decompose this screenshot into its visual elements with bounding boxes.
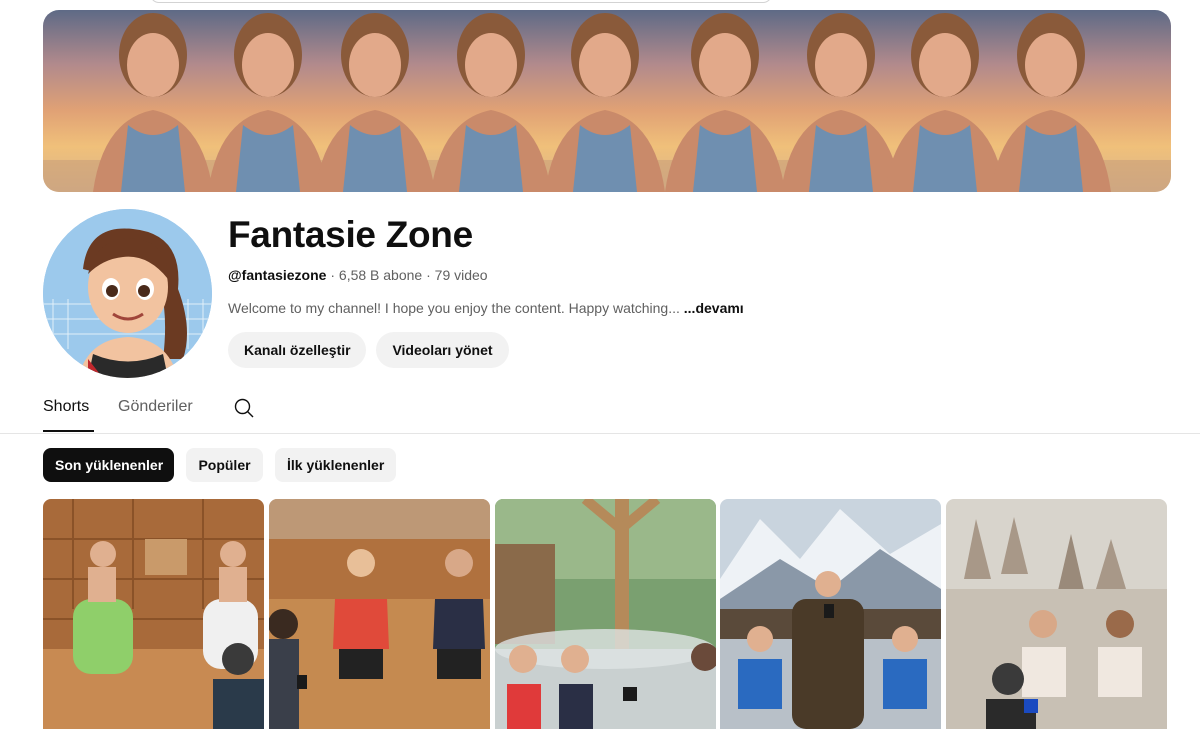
channel-banner — [43, 10, 1171, 192]
active-tab-indicator — [43, 430, 94, 432]
short-thumbnail[interactable] — [495, 499, 716, 729]
video-count: 79 video — [434, 267, 488, 283]
search-icon[interactable] — [232, 396, 256, 420]
thumbnail-image-sauna — [43, 499, 264, 729]
thumbnail-image-snow-mountain — [720, 499, 941, 729]
channel-meta: @fantasiezone · 6,58 B abone · 79 video — [228, 265, 488, 285]
thumbnail-image-sauna-interview — [269, 499, 490, 729]
thumbnail-image-hot-spring — [495, 499, 716, 729]
short-thumbnail[interactable] — [720, 499, 941, 729]
manage-videos-button[interactable]: Videoları yönet — [376, 332, 509, 368]
channel-name: Fantasie Zone — [228, 214, 473, 255]
short-thumbnail[interactable] — [946, 499, 1167, 729]
short-thumbnail[interactable] — [269, 499, 490, 729]
separator: · — [426, 267, 431, 283]
tab-posts[interactable]: Gönderiler — [118, 396, 193, 418]
banner-image — [43, 13, 1171, 192]
filter-latest[interactable]: Son yüklenenler — [43, 448, 174, 482]
thumbnail-image-rock-formations — [946, 499, 1167, 729]
subscriber-count: 6,58 B abone — [338, 267, 423, 283]
channel-handle: @fantasiezone — [228, 267, 327, 283]
channel-tabs: Shorts Gönderiler — [0, 388, 1200, 434]
customize-channel-button[interactable]: Kanalı özelleştir — [228, 332, 366, 368]
avatar-image — [43, 209, 212, 378]
search-bar-edge — [150, 0, 772, 3]
channel-avatar[interactable] — [43, 209, 212, 378]
filter-popular[interactable]: Popüler — [186, 448, 263, 482]
channel-description: Welcome to my channel! I hope you enjoy … — [228, 298, 744, 318]
description-text: Welcome to my channel! I hope you enjoy … — [228, 300, 680, 316]
short-thumbnail[interactable] — [43, 499, 264, 729]
tab-shorts[interactable]: Shorts — [43, 396, 89, 418]
filter-oldest[interactable]: İlk yüklenenler — [275, 448, 396, 482]
more-link[interactable]: ...devamı — [684, 300, 744, 316]
separator: · — [330, 267, 336, 283]
